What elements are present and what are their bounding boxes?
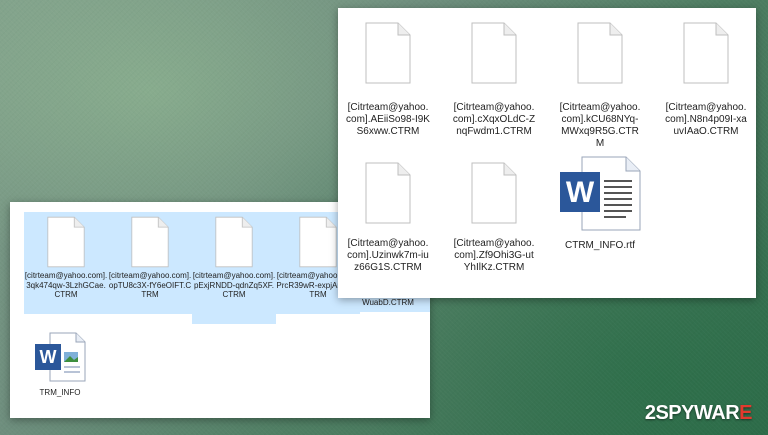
file-item[interactable]: [Citrteam@yahoo.com].N8n4p09I-xauvIAaO.C… xyxy=(664,16,748,152)
file-name: [Citrteam@yahoo.com].Zf9Ohi3G-utYhIlKz.C… xyxy=(453,238,535,273)
file-item[interactable]: W TRM_INFO xyxy=(18,330,102,408)
file-name: TRM_INFO xyxy=(39,388,81,397)
file-item[interactable]: [citrteam@yahoo.com].3qk474qw-3LzhGCae.C… xyxy=(24,212,108,314)
file-item[interactable]: [Citrteam@yahoo.com].Uzinwk7m-iuz66G1S.C… xyxy=(346,158,430,290)
blank-document-icon xyxy=(471,162,517,224)
blank-document-icon xyxy=(131,216,169,268)
word-document-icon: W xyxy=(558,156,642,232)
blank-document-icon xyxy=(365,162,411,224)
blank-document-icon xyxy=(577,22,623,84)
file-item[interactable]: [citrteam@yahoo.com].pExjRNDD-qdnZq5XF.C… xyxy=(192,212,276,324)
watermark-logo: 2SPYWARE xyxy=(644,402,753,424)
word-document-icon: W xyxy=(34,332,86,382)
file-name: [Citrteam@yahoo.com].N8n4p09I-xauvIAaO.C… xyxy=(665,102,747,137)
file-name: [Citrteam@yahoo.com].cXqxOLdC-ZnqFwdm1.C… xyxy=(452,102,536,137)
blank-document-icon xyxy=(683,22,729,84)
svg-text:W: W xyxy=(566,176,595,209)
file-item[interactable]: W CTRM_INFO.rtf xyxy=(548,156,652,256)
file-name: CTRM_INFO.rtf xyxy=(565,240,635,251)
file-item[interactable]: [Citrteam@yahoo.com].AEiiSo98-I9KS6xww.C… xyxy=(346,16,430,152)
file-item[interactable]: [citrteam@yahoo.com].opTU8c3X-fY6eOIFT.C… xyxy=(108,212,192,314)
file-item[interactable]: [Citrteam@yahoo.com].Zf9Ohi3G-utYhIlKz.C… xyxy=(452,158,536,290)
file-item[interactable]: [Citrteam@yahoo.com].kCU68NYq-MWxq9R5G.C… xyxy=(558,16,642,152)
blank-document-icon xyxy=(215,216,253,268)
file-name: [Citrteam@yahoo.com].kCU68NYq-MWxq9R5G.C… xyxy=(559,102,641,149)
blank-document-icon xyxy=(365,22,411,84)
file-name: [Citrteam@yahoo.com].AEiiSo98-I9KS6xww.C… xyxy=(346,102,430,137)
blank-document-icon xyxy=(471,22,517,84)
file-name: [citrteam@yahoo.com].pExjRNDD-qdnZq5XF.C… xyxy=(192,271,276,300)
file-item[interactable]: [Citrteam@yahoo.com].cXqxOLdC-ZnqFwdm1.C… xyxy=(452,16,536,152)
file-name: [citrteam@yahoo.com].opTU8c3X-fY6eOIFT.C… xyxy=(108,271,192,300)
svg-text:W: W xyxy=(40,347,57,367)
file-explorer-window-front: [Citrteam@yahoo.com].AEiiSo98-I9KS6xww.C… xyxy=(338,8,756,298)
blank-document-icon xyxy=(299,216,337,268)
blank-document-icon xyxy=(47,216,85,268)
file-name: [citrteam@yahoo.com].3qk474qw-3LzhGCae.C… xyxy=(24,271,108,300)
file-name: [Citrteam@yahoo.com].Uzinwk7m-iuz66G1S.C… xyxy=(347,238,429,273)
